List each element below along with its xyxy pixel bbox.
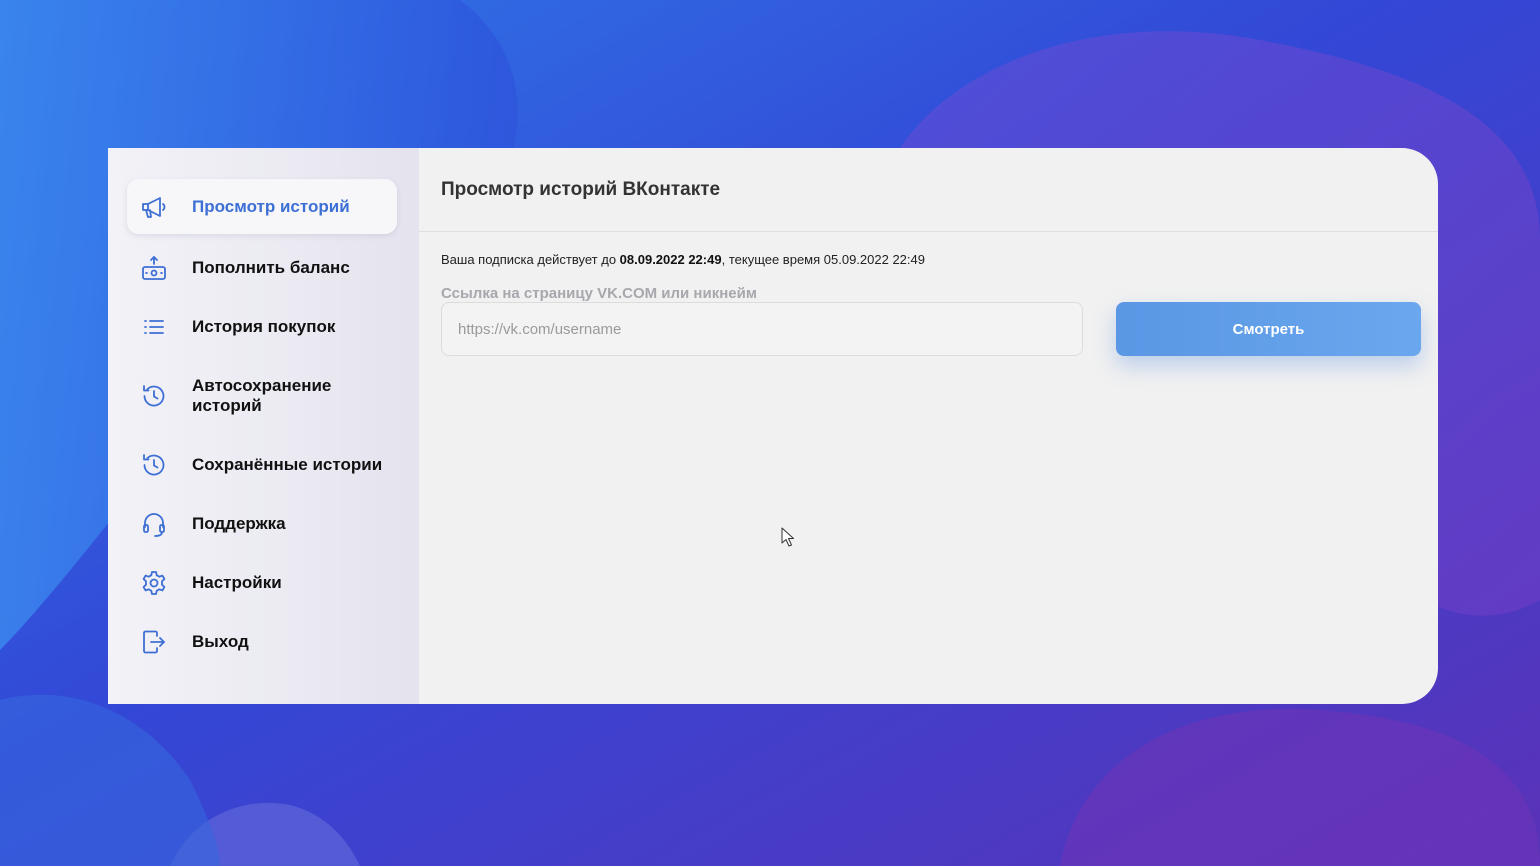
history-icon bbox=[140, 451, 168, 479]
sidebar-item-settings[interactable]: Настройки bbox=[127, 553, 397, 612]
cash-register-icon bbox=[140, 254, 168, 282]
main-content: Просмотр историй ВКонтакте Ваша подписка… bbox=[419, 148, 1438, 704]
subscription-until: 08.09.2022 22:49 bbox=[619, 252, 722, 267]
url-input[interactable] bbox=[441, 302, 1083, 356]
url-field-label: Ссылка на страницу VK.COM или никнейм bbox=[441, 285, 757, 302]
history-icon bbox=[140, 382, 168, 410]
sidebar-item-label: Сохранённые истории bbox=[192, 454, 383, 474]
sidebar-item-top-up-balance[interactable]: Пополнить баланс bbox=[127, 238, 397, 297]
sidebar-item-purchase-history[interactable]: История покупок bbox=[127, 297, 397, 356]
headset-icon bbox=[140, 510, 168, 538]
subscription-suffix: , текущее время 05.09.2022 22:49 bbox=[721, 252, 925, 267]
page-title: Просмотр историй ВКонтакте bbox=[441, 178, 721, 200]
subscription-info: Ваша подписка действует до 08.09.2022 22… bbox=[441, 252, 925, 267]
sidebar-item-label: Автосохранение историй bbox=[192, 375, 332, 415]
mouse-cursor-icon bbox=[781, 527, 794, 547]
main-header: Просмотр историй ВКонтакте bbox=[419, 148, 1438, 232]
gear-icon bbox=[140, 569, 168, 597]
list-icon bbox=[140, 313, 168, 341]
sidebar-item-view-stories[interactable]: Просмотр историй bbox=[127, 179, 397, 234]
sidebar-item-label: Поддержка bbox=[192, 513, 286, 533]
app-panel: Просмотр историй Пополнить баланс Истори… bbox=[108, 148, 1438, 704]
sidebar-item-saved-stories[interactable]: Сохранённые истории bbox=[127, 435, 397, 494]
sidebar-item-label: Выход bbox=[192, 631, 249, 651]
sidebar-item-label: Просмотр историй bbox=[192, 196, 350, 216]
sidebar-item-label: Пополнить баланс bbox=[192, 257, 350, 277]
sidebar-item-logout[interactable]: Выход bbox=[127, 612, 397, 671]
sidebar-item-autosave-stories[interactable]: Автосохранение историй bbox=[127, 356, 397, 435]
subscription-prefix: Ваша подписка действует до bbox=[441, 252, 620, 267]
sidebar-item-support[interactable]: Поддержка bbox=[127, 494, 397, 553]
megaphone-icon bbox=[140, 193, 168, 221]
watch-button[interactable]: Смотреть bbox=[1116, 302, 1421, 356]
sidebar: Просмотр историй Пополнить баланс Истори… bbox=[108, 148, 419, 704]
sidebar-item-label: История покупок bbox=[192, 316, 336, 336]
logout-icon bbox=[140, 628, 168, 656]
sidebar-item-label: Настройки bbox=[192, 572, 282, 592]
